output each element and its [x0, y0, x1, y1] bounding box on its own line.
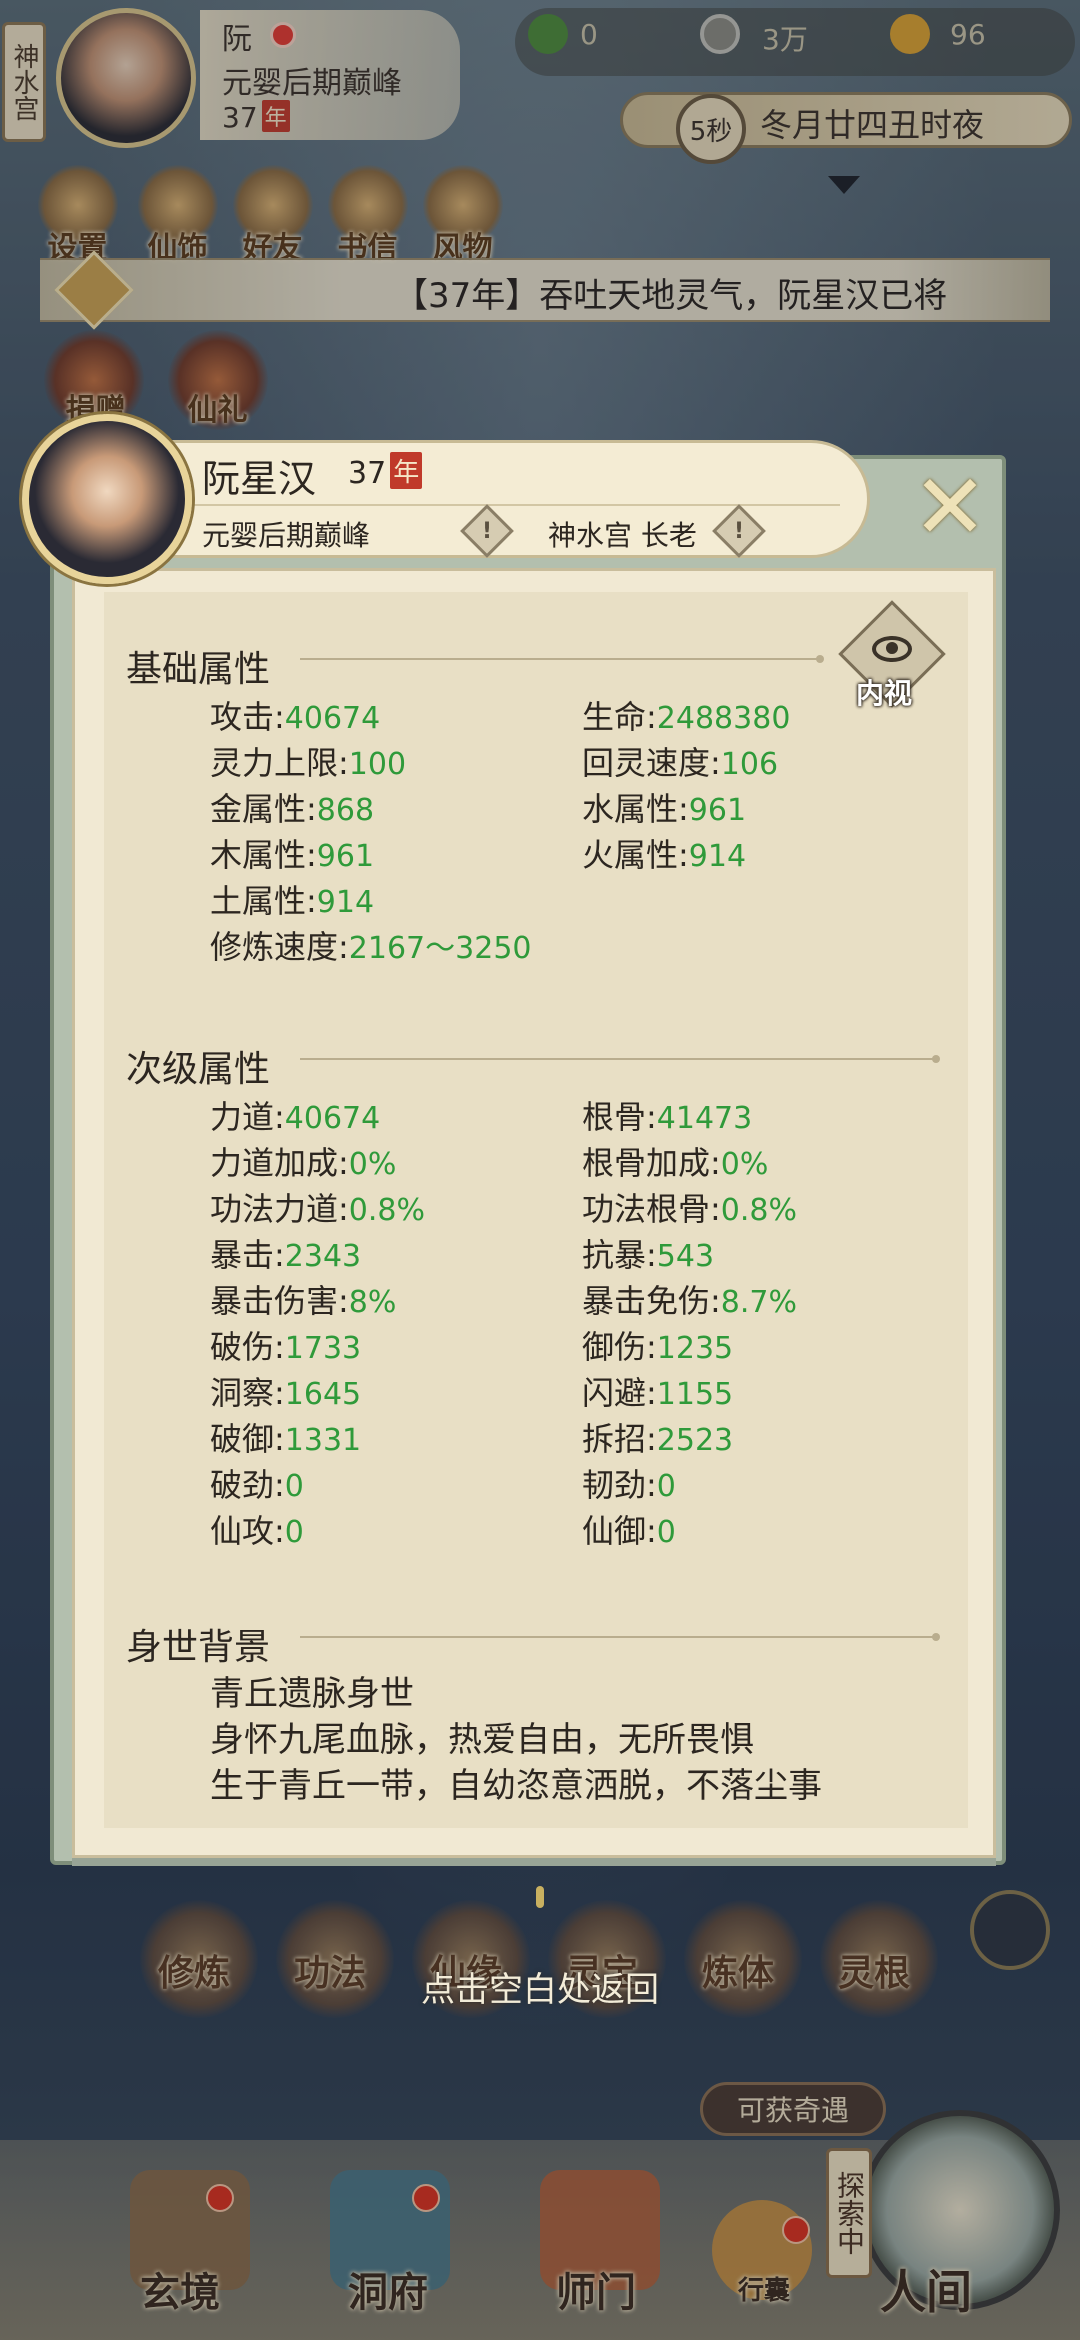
background-line: 生于青丘一带，自幼恣意洒脱，不落尘事: [210, 1766, 822, 1806]
character-age: 37 年: [348, 452, 423, 491]
background-line: 身怀九尾血脉，热爱自由，无所畏惧: [210, 1720, 754, 1760]
attr-row: 破劲:0: [210, 1466, 304, 1504]
attr-row: 修炼速度:2167～3250: [210, 928, 532, 966]
attr-row: 根骨加成:0%: [582, 1144, 769, 1182]
attr-row: 御伤:1235: [582, 1328, 734, 1366]
attr-row: 暴击免伤:8.7%: [582, 1282, 798, 1320]
eye-icon: [872, 636, 912, 662]
divider: [140, 504, 840, 506]
attr-row: 生命:2488380: [582, 698, 791, 736]
attr-row: 仙攻:0: [210, 1512, 304, 1550]
close-button[interactable]: ✕: [900, 458, 1000, 558]
attr-row: 力道加成:0%: [210, 1144, 397, 1182]
background-line: 青丘遗脉身世: [210, 1674, 414, 1714]
attr-row: 功法根骨:0.8%: [582, 1190, 798, 1228]
attr-row: 火属性:914: [582, 836, 747, 874]
attr-row: 水属性:961: [582, 790, 747, 828]
character-avatar: [22, 414, 192, 584]
divider: [300, 1633, 940, 1641]
divider: [300, 1055, 940, 1063]
attr-row: 根骨:41473: [582, 1098, 753, 1136]
attr-row: 抗暴:543: [582, 1236, 715, 1274]
age-unit-badge: 年: [390, 452, 423, 489]
attr-row: 拆招:2523: [582, 1420, 734, 1458]
attr-row: 灵力上限:100: [210, 744, 407, 782]
character-sect-role: 神水宫 长老: [548, 519, 697, 552]
attr-row: 功法力道:0.8%: [210, 1190, 426, 1228]
character-realm: 元婴后期巅峰: [202, 519, 371, 552]
attr-row: 洞察:1645: [210, 1374, 362, 1412]
attr-row: 暴击:2343: [210, 1236, 362, 1274]
attr-row: 木属性:961: [210, 836, 375, 874]
attr-row: 闪避:1155: [582, 1374, 734, 1412]
attr-row: 破御:1331: [210, 1420, 362, 1458]
attr-row: 攻击:40674: [210, 698, 381, 736]
attr-row: 韧劲:0: [582, 1466, 676, 1504]
attr-row: 金属性:868: [210, 790, 375, 828]
scroll-indicator: [536, 1886, 544, 1908]
close-icon: ✕: [912, 455, 988, 560]
secondary-attributes-title: 次级属性: [126, 1049, 271, 1090]
divider: [300, 655, 824, 663]
attr-row: 土属性:914: [210, 882, 375, 920]
attr-row: 暴击伤害:8%: [210, 1282, 397, 1320]
basic-attributes-title: 基础属性: [126, 649, 271, 690]
attr-row: 仙御:0: [582, 1512, 676, 1550]
attr-row: 破伤:1733: [210, 1328, 362, 1366]
character-name: 阮星汉: [202, 457, 317, 501]
background-title: 身世背景: [126, 1627, 271, 1668]
attr-row: 回灵速度:106: [582, 744, 779, 782]
tap-to-return-hint: 点击空白处返回: [421, 1970, 659, 2010]
inner-view-button[interactable]: 内视: [838, 600, 946, 716]
attr-row: 力道:40674: [210, 1098, 381, 1136]
